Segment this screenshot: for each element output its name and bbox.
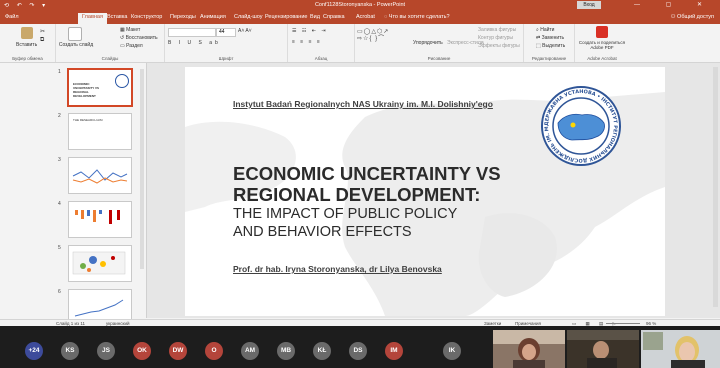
slide-title-line1: ECONOMIC UNCERTAINTY VS [233,163,501,184]
slide-thumbnail-1[interactable]: ECONOMIC UNCERTAINTY VS REGIONAL DEVELOP… [67,68,133,107]
slide-thumbnail-3[interactable] [68,157,132,194]
participant-avatar[interactable]: IM [385,342,403,360]
participant-avatar[interactable]: O [205,342,223,360]
window-controls[interactable]: — ▢ ✕ [634,1,714,8]
shape-effects-button[interactable]: Эффекты фигуры [478,43,520,49]
seal-thumb-icon [115,74,129,88]
participant-video-1[interactable] [493,330,565,368]
thumbnail-number: 5 [58,245,61,251]
clipboard-group-label: Буфер обмена [12,56,43,61]
select-button[interactable]: ⬚ Выделить [536,43,565,49]
share-button[interactable]: ⚇ Общий доступ [671,14,714,20]
acrobat-group: Создать и поделиться Adobe PDF Adobe Acr… [575,24,629,62]
thumbnail-number: 2 [58,113,61,119]
font-name-field[interactable] [168,28,216,37]
slide-thumbnails-pane: 1 ECONOMIC UNCERTAINTY VS REGIONAL DEVEL… [0,63,147,326]
font-group-label: Шрифт [218,56,234,61]
arrange-button[interactable]: Упорядочить [413,40,443,46]
slide-title-line2: REGIONAL DEVELOPMENT: [233,184,481,205]
tab-review[interactable]: Рецензирование [265,14,307,20]
tell-me-search[interactable]: ◌ Что вы хотите сделать? [384,14,450,20]
paragraph-group: ☰ ☷ ⇤ ⇥ ≡ ≡ ≡ ≡ Абзац [288,24,355,62]
acrobat-group-label: Adobe Acrobat [587,56,617,61]
shape-outline-button[interactable]: Контур фигуры [478,35,513,41]
create-pdf-button[interactable]: Создать и поделиться Adobe PDF [575,40,629,50]
layout-button[interactable]: ▦ Макет [120,27,140,33]
thumbnails-scrollbar[interactable] [140,69,144,269]
participant-video-3[interactable] [641,330,720,368]
institute-name: Instytut Badań Regionalnych NAS Ukrainy … [233,99,493,109]
ribbon: Вставить ✂ ⧉ Буфер обмена Создать слайд … [0,24,720,63]
font-size-field[interactable]: 44 [216,28,236,37]
align-icons[interactable]: ≡ ≡ ≡ ≡ [292,39,322,45]
shapes-gallery[interactable]: ▭◯△⬡↗ ⇨☆{ }⌒ [357,29,407,49]
font-group: 44 A˄ A˅ B I U S ab Шрифт [165,24,288,62]
tab-slideshow[interactable]: Слайд-шоу [234,14,263,20]
slide-authors: Prof. dr hab. Iryna Storonyanska, dr Lil… [233,264,442,274]
slide-thumbnail-2[interactable]: THE RESEARCH AIM [68,113,132,150]
editing-group: ⌕ Найти ⇄ Заменить ⬚ Выделить Редактиров… [524,24,575,62]
participant-video-2[interactable] [567,330,639,368]
find-button[interactable]: ⌕ Найти [536,27,554,33]
slides-group: Создать слайд ▦ Макет ↺ Восстановить ▭ Р… [56,24,165,62]
slide-subtitle-line2: AND BEHAVIOR EFFECTS [233,224,412,240]
tab-file[interactable]: Файл [5,14,19,20]
paste-button[interactable]: Вставить [16,42,37,48]
document-title: Conf1128Storonyanska - PowerPoint [314,2,406,8]
pdf-icon[interactable] [596,26,608,38]
cut-icon[interactable]: ✂ [40,28,45,35]
powerpoint-window: ⟲ ↶ ↷ ▾ Conf1128Storonyanska - PowerPoin… [0,0,720,326]
grow-font-icon[interactable]: A˄ A˅ [238,28,252,34]
editing-group-label: Редактирование [531,56,567,61]
signin-button[interactable]: Вход [577,1,601,9]
institute-seal-logo: ДЕРЖАВНА УСТАНОВА • ІНСТИТУТ РЕГІОНАЛЬНИ… [540,85,621,166]
more-participants-badge[interactable]: +24 [25,342,43,360]
participant-avatar[interactable]: DW [169,342,187,360]
slide-thumbnail-4[interactable] [68,201,132,238]
tab-view[interactable]: Вид [310,14,320,20]
new-slide-button[interactable]: Создать слайд [58,42,94,48]
list-icons[interactable]: ☰ ☷ ⇤ ⇥ [292,28,328,34]
paste-icon[interactable] [21,27,33,39]
participant-avatar[interactable]: DS [349,342,367,360]
participant-avatar[interactable]: IK [443,342,461,360]
tab-insert[interactable]: Вставка [107,14,127,20]
thumbnail-number: 6 [58,289,61,295]
thumbnail-number: 3 [58,157,61,163]
slide-subtitle-line1: THE IMPACT OF PUBLIC POLICY [233,206,458,222]
clipboard-group: Вставить ✂ ⧉ Буфер обмена [0,24,56,62]
copy-icon[interactable]: ⧉ [40,37,44,44]
slide-edit-area: Instytut Badań Regionalnych NAS Ukrainy … [147,63,720,318]
drawing-group: ▭◯△⬡↗ ⇨☆{ }⌒ Упорядочить Экспресс-стили З… [355,24,524,62]
reset-button[interactable]: ↺ Восстановить [120,35,158,41]
tab-transitions[interactable]: Переходы [170,14,196,20]
font-format-buttons[interactable]: B I U S ab [168,40,221,46]
slide-canvas[interactable]: Instytut Badań Regionalnych NAS Ukrainy … [185,67,665,316]
section-button[interactable]: ▭ Раздел [120,43,143,49]
thumbnail-number: 1 [58,69,61,75]
tab-design[interactable]: Конструктор [131,14,162,20]
slides-group-label: Слайды [101,56,119,61]
tab-help[interactable]: Справка [323,14,345,20]
ribbon-tabs: Файл Главная Вставка Конструктор Переход… [0,11,720,25]
participant-avatar[interactable]: OK [133,342,151,360]
shape-fill-button[interactable]: Заливка фигуры [478,27,516,33]
replace-button[interactable]: ⇄ Заменить [536,35,564,41]
zoom-slider[interactable] [606,323,640,324]
tab-animations[interactable]: Анимация [200,14,226,20]
participant-avatar[interactable]: MB [277,342,295,360]
participant-avatar[interactable]: JS [97,342,115,360]
status-bar: Слайд 1 из 11 украинский Заметки Примеча… [0,319,720,326]
slide-vertical-scrollbar[interactable] [713,67,718,307]
paragraph-group-label: Абзац [314,56,328,61]
thumbnail-number: 4 [58,201,61,207]
participant-avatar[interactable]: KS [61,342,79,360]
participant-avatar[interactable]: AM [241,342,259,360]
new-slide-icon[interactable] [68,27,82,41]
participant-avatar[interactable]: KŁ [313,342,331,360]
tab-acrobat[interactable]: Acrobat [356,14,375,20]
slide-thumbnail-5[interactable] [68,245,132,282]
drawing-group-label: Рисование [427,56,451,61]
title-bar: ⟲ ↶ ↷ ▾ Conf1128Storonyanska - PowerPoin… [0,0,720,11]
